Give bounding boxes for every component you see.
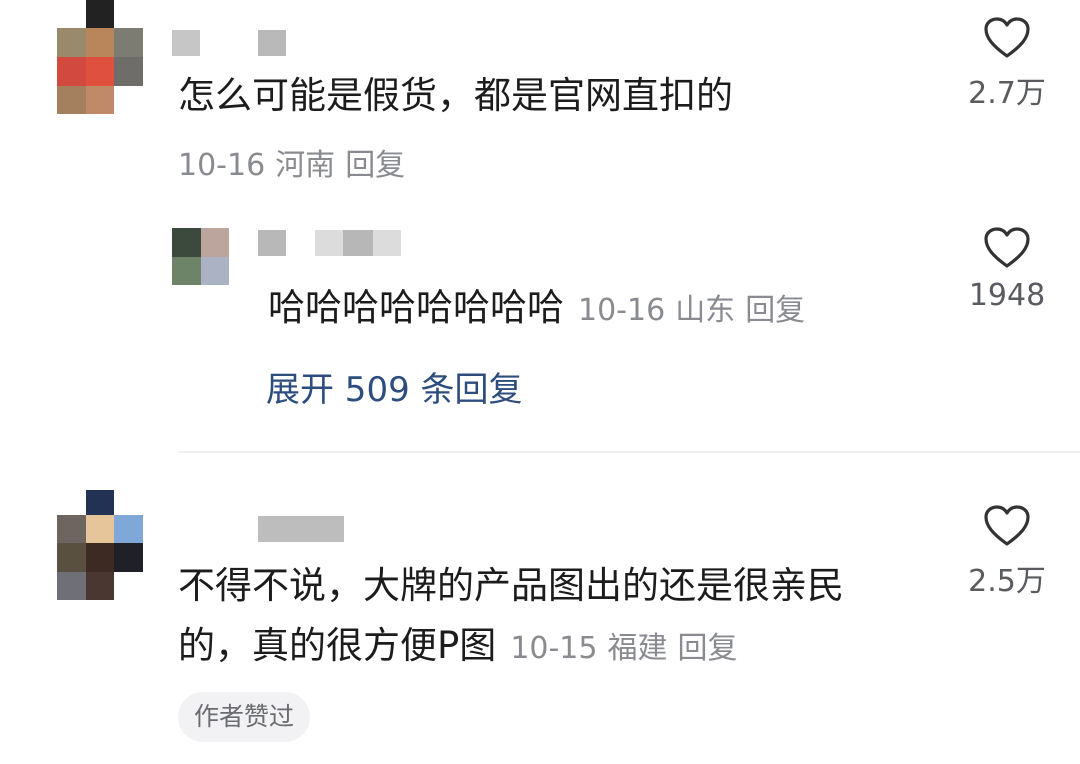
comment-text: 怎么可能是假货，都是官网直扣的	[178, 74, 733, 117]
username-blurred[interactable]	[258, 30, 286, 56]
divider	[178, 451, 1080, 453]
like-button[interactable]: 1948	[952, 226, 1062, 313]
username-blurred[interactable]	[172, 30, 200, 56]
username-blurred[interactable]	[258, 516, 344, 542]
author-liked-badge: 作者赞过	[178, 692, 311, 742]
comment-meta: 10-16 河南 回复	[178, 140, 405, 184]
reply-item: 哈哈哈哈哈哈哈哈 10-16 山东 回复 1948	[0, 220, 1080, 340]
reply-button[interactable]: 回复	[345, 148, 405, 183]
heart-outline-icon	[984, 17, 1030, 58]
comment-date: 10-15	[510, 631, 598, 666]
reply-location: 山东	[675, 293, 736, 328]
comment-meta: 10-15 福建 回复	[510, 631, 737, 666]
heart-outline-icon	[984, 227, 1030, 268]
comment-item: 不得不说，大牌的产品图出的还是很亲民 的，真的很方便P图 10-15 福建 回复 作者…	[0, 480, 1080, 764]
like-button[interactable]: 2.7万	[952, 16, 1062, 112]
like-count: 2.7万	[968, 76, 1046, 111]
like-count: 2.5万	[968, 564, 1046, 599]
comment-location: 福建	[607, 631, 668, 666]
comment-text-line2: 的，真的很方便P图 10-15 福建 回复	[178, 622, 738, 673]
comment-location: 河南	[275, 148, 336, 183]
reply-button[interactable]: 回复	[678, 631, 738, 666]
avatar[interactable]	[57, 490, 143, 600]
comment-text-line1: 不得不说，大牌的产品图出的还是很亲民	[178, 564, 844, 607]
comment-item: 怎么可能是假货，都是官网直扣的 10-16 河南 回复 2.7万 哈哈哈哈哈哈哈哈 1…	[0, 0, 1080, 450]
avatar[interactable]	[57, 0, 143, 114]
comment-text-line2-content: 的，真的很方便P图	[178, 624, 497, 667]
reply-text: 哈哈哈哈哈哈哈哈 10-16 山东 回复	[268, 284, 805, 335]
expand-replies-button[interactable]: 展开 509 条回复	[266, 362, 523, 411]
reply-date: 10-16	[578, 293, 666, 328]
reply-content: 哈哈哈哈哈哈哈哈	[268, 286, 564, 329]
reply-button[interactable]: 回复	[745, 293, 805, 328]
username-blurred[interactable]	[258, 230, 286, 256]
like-count: 1948	[968, 278, 1046, 313]
avatar[interactable]	[172, 228, 229, 285]
heart-outline-icon	[984, 505, 1030, 546]
like-button[interactable]: 2.5万	[952, 504, 1062, 600]
comment-date: 10-16	[178, 148, 266, 183]
reply-meta: 10-16 山东 回复	[578, 293, 805, 328]
